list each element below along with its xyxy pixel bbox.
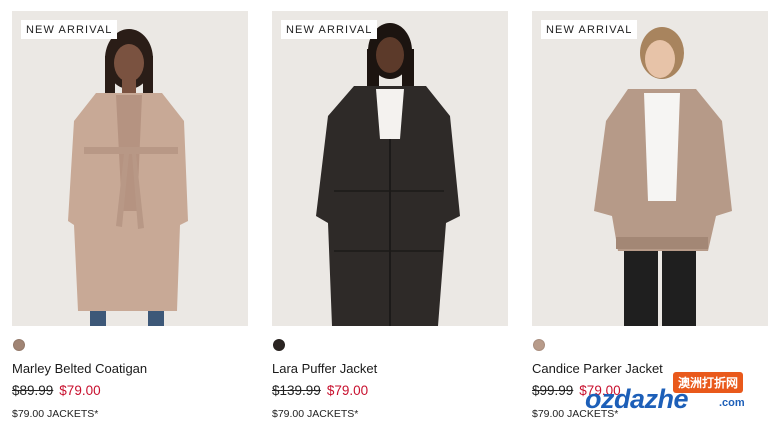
product-card[interactable]: NEW ARRIVAL Candice Parker Jacket $99.99… — [532, 11, 768, 420]
sale-price: $79.00 — [326, 383, 369, 398]
product-image[interactable]: NEW ARRIVAL — [532, 11, 768, 326]
color-swatch[interactable] — [533, 339, 545, 351]
original-price: $139.99 — [272, 383, 321, 398]
product-grid: NEW ARRIVAL Marley Belted Coatigan $89.9… — [0, 0, 775, 428]
original-price: $89.99 — [12, 383, 54, 398]
original-price: $99.99 — [532, 383, 574, 398]
sale-price: $79.00 — [59, 383, 101, 398]
promo-text: $79.00 JACKETS* — [12, 408, 99, 420]
new-arrival-badge: NEW ARRIVAL — [281, 20, 378, 39]
product-card[interactable]: NEW ARRIVAL Lara Puffer Jacket $139.99 $7… — [272, 11, 508, 420]
product-image[interactable]: NEW ARRIVAL — [272, 11, 508, 326]
product-card[interactable]: NEW ARRIVAL Marley Belted Coatigan $89.9… — [12, 11, 248, 420]
model-photo-puffer — [272, 11, 508, 326]
model-photo-parker — [532, 11, 768, 326]
price-row: $139.99 $79.00 — [272, 383, 368, 398]
new-arrival-badge: NEW ARRIVAL — [21, 20, 118, 39]
color-swatch[interactable] — [273, 339, 285, 351]
product-title[interactable]: Marley Belted Coatigan — [12, 361, 147, 376]
promo-text: $79.00 JACKETS* — [532, 408, 619, 420]
product-image[interactable]: NEW ARRIVAL — [12, 11, 248, 326]
product-title[interactable]: Lara Puffer Jacket — [272, 361, 377, 376]
new-arrival-badge: NEW ARRIVAL — [541, 20, 638, 39]
product-title[interactable]: Candice Parker Jacket — [532, 361, 663, 376]
color-swatch[interactable] — [13, 339, 25, 351]
promo-text: $79.00 JACKETS* — [272, 408, 359, 420]
price-row: $99.99 $79.00 — [532, 383, 621, 398]
sale-price: $79.00 — [579, 383, 621, 398]
price-row: $89.99 $79.00 — [12, 383, 101, 398]
model-photo-coatigan — [12, 11, 248, 326]
